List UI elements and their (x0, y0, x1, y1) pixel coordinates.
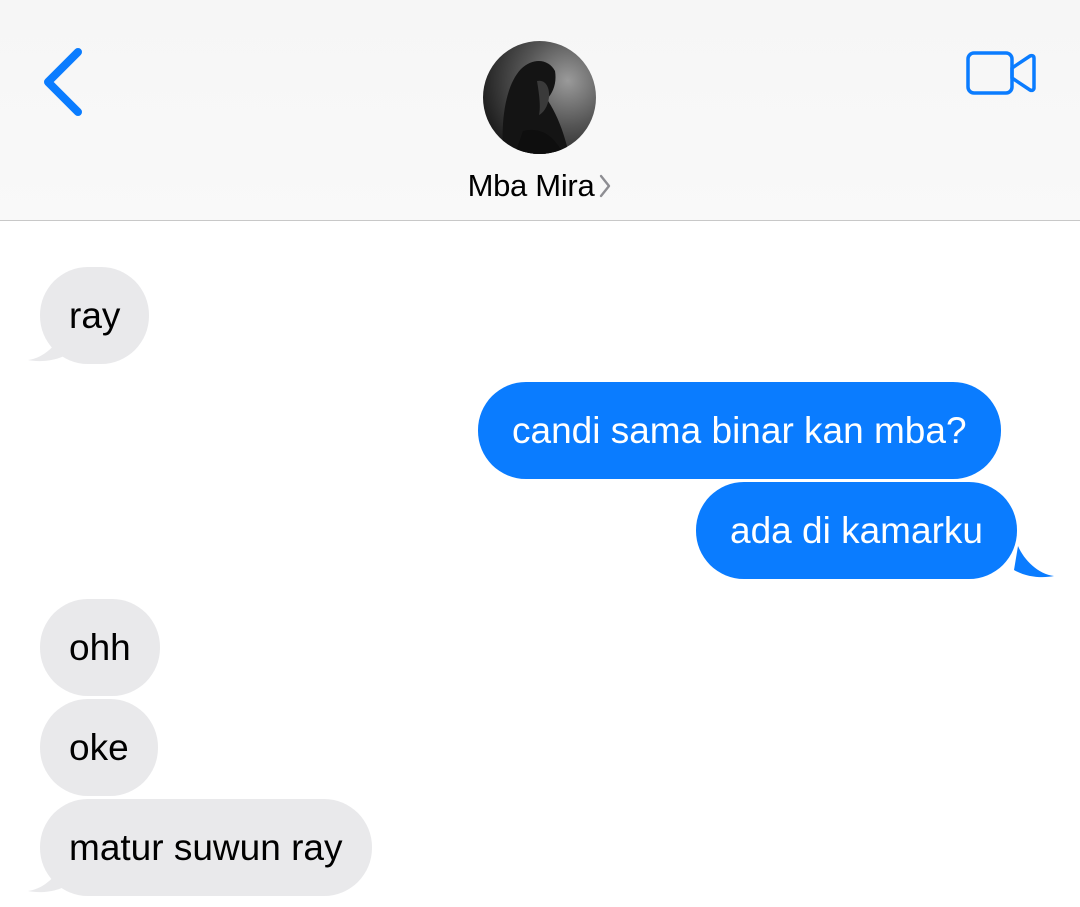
contact-name-button[interactable]: Mba Mira (0, 168, 1080, 204)
video-call-button[interactable] (960, 46, 1044, 100)
message-text: ada di kamarku (730, 510, 983, 551)
message-bubble-incoming[interactable]: ray (40, 267, 150, 364)
chevron-right-icon (598, 173, 612, 204)
contact-photo (483, 41, 596, 154)
contact-name: Mba Mira (467, 168, 595, 203)
message-text: ohh (69, 627, 131, 668)
message-bubble-outgoing[interactable]: ada di kamarku (696, 482, 1017, 579)
message-text: matur suwun ray (69, 827, 343, 868)
chevron-left-icon (44, 48, 82, 116)
video-camera-icon (966, 51, 1036, 95)
message-bubble-incoming[interactable]: matur suwun ray (40, 799, 372, 896)
back-button[interactable] (36, 44, 96, 120)
avatar[interactable] (483, 41, 596, 154)
message-text: ray (69, 295, 121, 336)
message-text: candi sama binar kan mba? (512, 410, 967, 451)
conversation-header: Mba Mira (0, 0, 1080, 221)
message-bubble-outgoing[interactable]: candi sama binar kan mba? (478, 382, 1001, 479)
message-text: oke (69, 727, 129, 768)
message-bubble-incoming[interactable]: oke (40, 699, 158, 796)
message-bubble-incoming[interactable]: ohh (40, 599, 160, 696)
bubble-tail (1014, 546, 1054, 578)
